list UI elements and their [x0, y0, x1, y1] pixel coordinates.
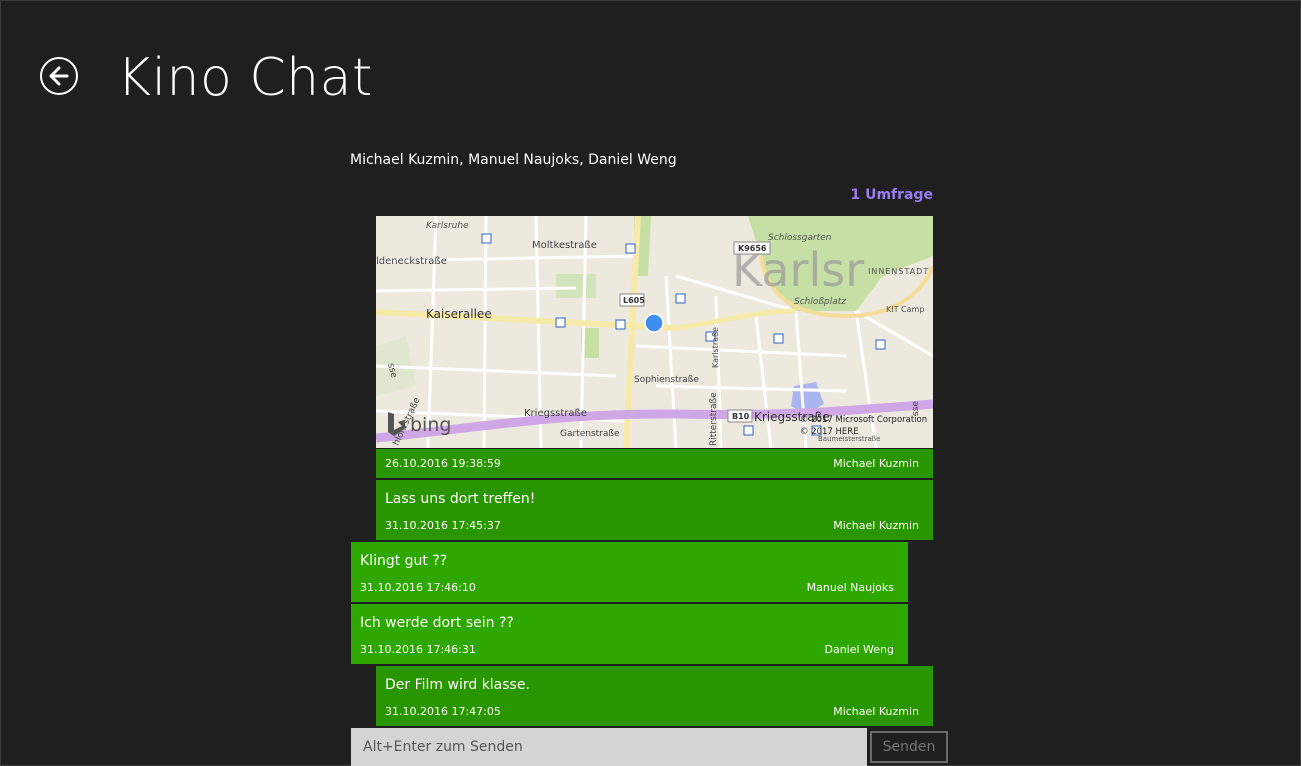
- message-time: 31.10.2016 17:46:31: [360, 643, 476, 656]
- message-bubble: Lass uns dort treffen! 31.10.2016 17:45:…: [376, 480, 933, 540]
- message-author: Michael Kuzmin: [833, 705, 919, 718]
- map-label-ldeneckstrasse: ldeneckstraße: [376, 256, 447, 267]
- back-button[interactable]: [40, 57, 78, 95]
- message-time: 31.10.2016 17:47:05: [385, 705, 501, 718]
- map-label-gartenstrasse: Gartenstraße: [560, 429, 620, 439]
- copyright-microsoft: © 2017 Microsoft Corporation: [800, 415, 927, 425]
- message-text: Ich werde dort sein ??: [360, 615, 514, 631]
- participants-list: Michael Kuzmin, Manuel Naujoks, Daniel W…: [350, 152, 677, 168]
- map-label-ritterstrasse: Ritterstraße: [709, 392, 719, 446]
- message-text: Klingt gut ??: [360, 553, 448, 569]
- map-label-schlossplatz: Schloßplatz: [794, 297, 846, 307]
- poll-link[interactable]: 1 Umfrage: [850, 187, 933, 203]
- message-time: 31.10.2016 17:46:10: [360, 581, 476, 594]
- map-label-sophienstrasse: Sophienstraße: [634, 375, 699, 385]
- message-bubble: Klingt gut ?? 31.10.2016 17:46:10 Manuel…: [351, 542, 908, 602]
- copyright-here: © 2017 HERE: [800, 427, 859, 437]
- map-label-sse-east: sse: [911, 401, 921, 416]
- map-label-karlstrasse: Karlstraße: [711, 327, 720, 368]
- park-block: [556, 274, 596, 298]
- message-author: Michael Kuzmin: [833, 457, 919, 470]
- map-label-karlsruhe: Karlsruhe: [426, 221, 469, 231]
- arrow-left-circle-icon: [49, 66, 69, 86]
- map-label-moltkestrasse: Moltkestraße: [532, 240, 597, 251]
- map-label-kaiserallee: Kaiserallee: [426, 307, 492, 321]
- map-label-kit: KIT Camp: [886, 305, 924, 314]
- message-time: 31.10.2016 17:45:37: [385, 519, 501, 532]
- location-dot: [644, 313, 664, 333]
- message-author: Daniel Weng: [824, 643, 894, 656]
- message-input[interactable]: [351, 728, 867, 766]
- message-text: Lass uns dort treffen!: [385, 491, 536, 507]
- message-author: Michael Kuzmin: [833, 519, 919, 532]
- message-author: Manuel Naujoks: [806, 581, 894, 594]
- shield-l605: L605: [623, 296, 645, 305]
- location-message-footer: 26.10.2016 19:38:59 Michael Kuzmin: [376, 449, 933, 478]
- location-map[interactable]: Karlsr Karlsruhe Moltkestraße Schlossgar…: [376, 216, 933, 448]
- message-bubble: Der Film wird klasse. 31.10.2016 17:47:0…: [376, 666, 933, 726]
- message-bubble: Ich werde dort sein ?? 31.10.2016 17:46:…: [351, 604, 908, 664]
- message-time: 26.10.2016 19:38:59: [385, 457, 501, 470]
- send-button[interactable]: Senden: [870, 731, 948, 763]
- bing-wordmark: bing: [410, 414, 451, 436]
- shield-k9656: K9656: [738, 244, 767, 253]
- message-text: Der Film wird klasse.: [385, 677, 530, 693]
- page-title: Kino Chat: [117, 48, 373, 108]
- shield-b10: B10: [732, 412, 750, 421]
- map-label-schlossgarten: Schlossgarten: [768, 233, 832, 243]
- map-label-innenstadt: INNENSTADT: [868, 267, 929, 276]
- map-label-kriegsstrasse: Kriegsstraße: [524, 408, 587, 419]
